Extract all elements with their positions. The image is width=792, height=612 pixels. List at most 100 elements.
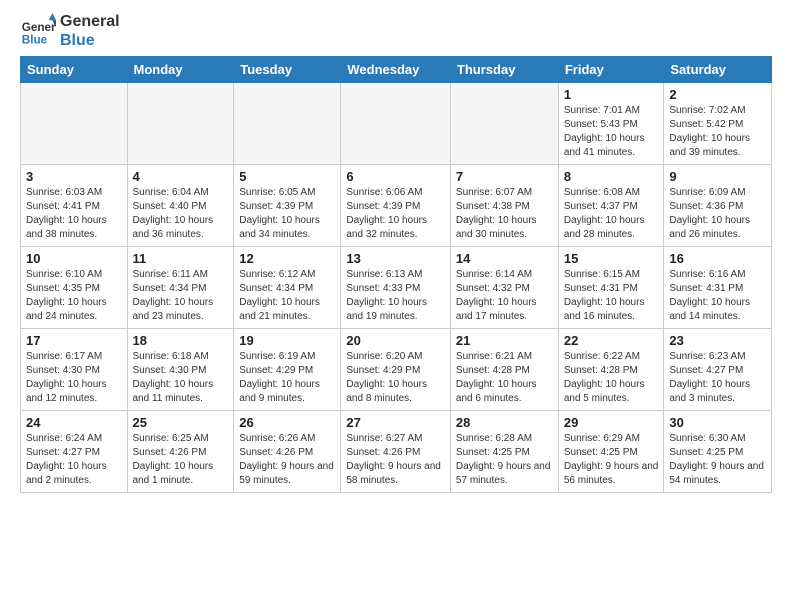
calendar-cell: 6 Sunrise: 6:06 AMSunset: 4:39 PMDaylight…	[341, 165, 451, 247]
day-info: Sunrise: 6:20 AMSunset: 4:29 PMDaylight:…	[346, 350, 445, 406]
calendar-cell: 1 Sunrise: 7:01 AMSunset: 5:43 PMDaylight…	[558, 83, 664, 165]
day-of-week-header: Sunday	[21, 57, 128, 83]
day-info: Sunrise: 6:25 AMSunset: 4:26 PMDaylight:…	[133, 432, 229, 488]
day-number: 30	[669, 415, 766, 430]
day-info: Sunrise: 6:17 AMSunset: 4:30 PMDaylight:…	[26, 350, 122, 406]
day-of-week-header: Tuesday	[234, 57, 341, 83]
day-info: Sunrise: 7:02 AMSunset: 5:42 PMDaylight:…	[669, 104, 766, 160]
calendar-week-row: 17 Sunrise: 6:17 AMSunset: 4:30 PMDayligh…	[21, 329, 772, 411]
day-number: 27	[346, 415, 445, 430]
calendar-table: SundayMondayTuesdayWednesdayThursdayFrid…	[20, 56, 772, 493]
calendar-cell	[450, 83, 558, 165]
day-info: Sunrise: 6:23 AMSunset: 4:27 PMDaylight:…	[669, 350, 766, 406]
calendar-cell: 18 Sunrise: 6:18 AMSunset: 4:30 PMDayligh…	[127, 329, 234, 411]
day-info: Sunrise: 6:19 AMSunset: 4:29 PMDaylight:…	[239, 350, 335, 406]
day-info: Sunrise: 6:27 AMSunset: 4:26 PMDaylight:…	[346, 432, 445, 488]
calendar-cell: 15Sunrise: 6:15 AMSunset: 4:31 PMDayligh…	[558, 247, 664, 329]
calendar-cell: 4 Sunrise: 6:04 AMSunset: 4:40 PMDaylight…	[127, 165, 234, 247]
day-info: Sunrise: 6:28 AMSunset: 4:25 PMDaylight:…	[456, 432, 553, 488]
calendar-cell: 2 Sunrise: 7:02 AMSunset: 5:42 PMDaylight…	[664, 83, 772, 165]
day-number: 25	[133, 415, 229, 430]
day-number: 26	[239, 415, 335, 430]
day-number: 5	[239, 169, 335, 184]
calendar-cell: 12 Sunrise: 6:12 AMSunset: 4:34 PMDayligh…	[234, 247, 341, 329]
day-info: Sunrise: 6:15 AMSunset: 4:31 PMDaylight:…	[564, 268, 659, 324]
day-of-week-header: Saturday	[664, 57, 772, 83]
calendar-cell: 19 Sunrise: 6:19 AMSunset: 4:29 PMDayligh…	[234, 329, 341, 411]
day-number: 2	[669, 87, 766, 102]
day-number: 12	[239, 251, 335, 266]
day-number: 19	[239, 333, 335, 348]
day-number: 24	[26, 415, 122, 430]
day-number: 10	[26, 251, 122, 266]
day-info: Sunrise: 6:06 AMSunset: 4:39 PMDaylight:…	[346, 186, 445, 242]
day-number: 23	[669, 333, 766, 348]
day-number: 13	[346, 251, 445, 266]
day-number: 17	[26, 333, 122, 348]
page-header: General Blue General Blue	[0, 0, 792, 56]
calendar-cell: 3 Sunrise: 6:03 AMSunset: 4:41 PMDaylight…	[21, 165, 128, 247]
day-number: 9	[669, 169, 766, 184]
calendar-cell: 7Sunrise: 6:07 AMSunset: 4:38 PMDaylight…	[450, 165, 558, 247]
day-number: 21	[456, 333, 553, 348]
calendar-cell: 24 Sunrise: 6:24 AMSunset: 4:27 PMDayligh…	[21, 411, 128, 493]
day-number: 8	[564, 169, 659, 184]
calendar-cell: 5 Sunrise: 6:05 AMSunset: 4:39 PMDaylight…	[234, 165, 341, 247]
calendar-cell	[127, 83, 234, 165]
day-info: Sunrise: 6:07 AMSunset: 4:38 PMDaylight:…	[456, 186, 553, 242]
day-info: Sunrise: 6:30 AMSunset: 4:25 PMDaylight:…	[669, 432, 766, 488]
day-info: Sunrise: 6:03 AMSunset: 4:41 PMDaylight:…	[26, 186, 122, 242]
day-info: Sunrise: 6:12 AMSunset: 4:34 PMDaylight:…	[239, 268, 335, 324]
day-number: 28	[456, 415, 553, 430]
day-number: 18	[133, 333, 229, 348]
day-number: 6	[346, 169, 445, 184]
day-info: Sunrise: 6:24 AMSunset: 4:27 PMDaylight:…	[26, 432, 122, 488]
calendar-cell: 20 Sunrise: 6:20 AMSunset: 4:29 PMDayligh…	[341, 329, 451, 411]
day-info: Sunrise: 6:13 AMSunset: 4:33 PMDaylight:…	[346, 268, 445, 324]
day-info: Sunrise: 6:05 AMSunset: 4:39 PMDaylight:…	[239, 186, 335, 242]
day-number: 4	[133, 169, 229, 184]
calendar-wrapper: SundayMondayTuesdayWednesdayThursdayFrid…	[0, 56, 792, 493]
logo-line2: Blue	[60, 31, 120, 50]
day-info: Sunrise: 6:26 AMSunset: 4:26 PMDaylight:…	[239, 432, 335, 488]
calendar-cell: 22Sunrise: 6:22 AMSunset: 4:28 PMDayligh…	[558, 329, 664, 411]
day-number: 3	[26, 169, 122, 184]
calendar-week-row: 10Sunrise: 6:10 AMSunset: 4:35 PMDayligh…	[21, 247, 772, 329]
day-number: 16	[669, 251, 766, 266]
day-info: Sunrise: 6:09 AMSunset: 4:36 PMDaylight:…	[669, 186, 766, 242]
svg-text:General: General	[22, 21, 56, 34]
calendar-cell: 10Sunrise: 6:10 AMSunset: 4:35 PMDayligh…	[21, 247, 128, 329]
calendar-cell: 9 Sunrise: 6:09 AMSunset: 4:36 PMDaylight…	[664, 165, 772, 247]
calendar-cell: 23 Sunrise: 6:23 AMSunset: 4:27 PMDayligh…	[664, 329, 772, 411]
calendar-cell: 29Sunrise: 6:29 AMSunset: 4:25 PMDayligh…	[558, 411, 664, 493]
calendar-cell: 14Sunrise: 6:14 AMSunset: 4:32 PMDayligh…	[450, 247, 558, 329]
calendar-cell: 8 Sunrise: 6:08 AMSunset: 4:37 PMDaylight…	[558, 165, 664, 247]
day-number: 20	[346, 333, 445, 348]
day-of-week-header: Monday	[127, 57, 234, 83]
calendar-cell: 28 Sunrise: 6:28 AMSunset: 4:25 PMDayligh…	[450, 411, 558, 493]
day-number: 11	[133, 251, 229, 266]
calendar-week-row: 3 Sunrise: 6:03 AMSunset: 4:41 PMDaylight…	[21, 165, 772, 247]
calendar-cell: 13 Sunrise: 6:13 AMSunset: 4:33 PMDayligh…	[341, 247, 451, 329]
day-info: Sunrise: 6:14 AMSunset: 4:32 PMDaylight:…	[456, 268, 553, 324]
day-info: Sunrise: 6:04 AMSunset: 4:40 PMDaylight:…	[133, 186, 229, 242]
day-info: Sunrise: 6:11 AMSunset: 4:34 PMDaylight:…	[133, 268, 229, 324]
calendar-week-row: 1 Sunrise: 7:01 AMSunset: 5:43 PMDaylight…	[21, 83, 772, 165]
calendar-cell	[341, 83, 451, 165]
calendar-cell	[21, 83, 128, 165]
calendar-cell: 16 Sunrise: 6:16 AMSunset: 4:31 PMDayligh…	[664, 247, 772, 329]
day-info: Sunrise: 6:16 AMSunset: 4:31 PMDaylight:…	[669, 268, 766, 324]
calendar-cell: 21Sunrise: 6:21 AMSunset: 4:28 PMDayligh…	[450, 329, 558, 411]
logo: General Blue General Blue	[20, 12, 120, 50]
day-number: 1	[564, 87, 659, 102]
calendar-header-row: SundayMondayTuesdayWednesdayThursdayFrid…	[21, 57, 772, 83]
day-info: Sunrise: 7:01 AMSunset: 5:43 PMDaylight:…	[564, 104, 659, 160]
calendar-cell: 27 Sunrise: 6:27 AMSunset: 4:26 PMDayligh…	[341, 411, 451, 493]
day-number: 29	[564, 415, 659, 430]
day-number: 22	[564, 333, 659, 348]
day-info: Sunrise: 6:08 AMSunset: 4:37 PMDaylight:…	[564, 186, 659, 242]
day-info: Sunrise: 6:18 AMSunset: 4:30 PMDaylight:…	[133, 350, 229, 406]
calendar-cell: 30 Sunrise: 6:30 AMSunset: 4:25 PMDayligh…	[664, 411, 772, 493]
calendar-week-row: 24 Sunrise: 6:24 AMSunset: 4:27 PMDayligh…	[21, 411, 772, 493]
day-of-week-header: Friday	[558, 57, 664, 83]
